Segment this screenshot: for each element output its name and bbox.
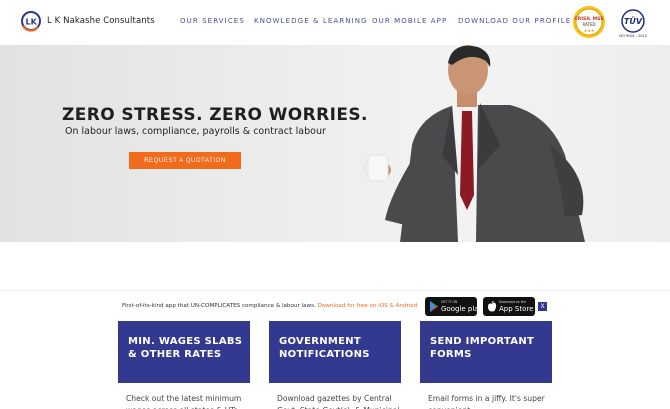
card-header: MIN. WAGES SLABS & OTHER RATES xyxy=(118,321,250,383)
nav-knowledge-learning[interactable]: KNOWLEDGE & LEARNING xyxy=(254,17,368,25)
google-play-icon xyxy=(430,301,438,312)
app-strip-text: First-of-its-kind app that UN-COMPLICATE… xyxy=(122,303,417,309)
card-title: SEND IMPORTANT FORMS xyxy=(430,336,535,360)
tuv-line2: ISO 9001 : 2015 xyxy=(619,34,646,38)
card-header: SEND IMPORTANT FORMS xyxy=(420,321,552,383)
hero-banner: ZERO STRESS. ZERO WORRIES. On labour law… xyxy=(0,45,670,242)
main-nav: OUR SERVICES KNOWLEDGE & LEARNING OUR MO… xyxy=(0,17,670,29)
tuv-line1: TÜV xyxy=(624,16,643,26)
card-send-forms[interactable]: SEND IMPORTANT FORMS Email forms in a ji… xyxy=(420,321,552,409)
nav-our-mobile-app[interactable]: OUR MOBILE APP xyxy=(372,17,447,25)
google-play-small-label: GET IT ON xyxy=(441,300,458,304)
card-description: Check out the latest minimum wages acros… xyxy=(126,394,242,409)
svg-text:★★★: ★★★ xyxy=(584,28,595,33)
card-description: Download gazettes by Central Govt, State… xyxy=(277,394,400,409)
card-title: MIN. WAGES SLABS & OTHER RATES xyxy=(128,336,243,360)
nav-our-services[interactable]: OUR SERVICES xyxy=(180,17,245,25)
card-government-notifications[interactable]: GOVERNMENT NOTIFICATIONS Download gazett… xyxy=(269,321,401,409)
request-quotation-button[interactable]: REQUEST A QUOTATION xyxy=(129,152,241,169)
app-store-button[interactable]: Download on the App Store xyxy=(483,297,535,316)
download-app-link[interactable]: Download for free on iOS & Android xyxy=(318,303,418,309)
nav-download-profile[interactable]: DOWNLOAD OUR PROFILE xyxy=(458,17,571,25)
close-strip-button[interactable]: X xyxy=(538,302,547,311)
card-header: GOVERNMENT NOTIFICATIONS xyxy=(269,321,401,383)
google-play-button[interactable]: GET IT ON Google play xyxy=(425,297,483,316)
hero-subtitle: On labour laws, compliance, payrolls & c… xyxy=(65,126,326,137)
app-strip-message: First-of-its-kind app that UN-COMPLICATE… xyxy=(122,303,318,309)
apple-icon xyxy=(487,301,497,312)
site-header: LK L K Nakashe Consultants OUR SERVICES … xyxy=(0,0,670,45)
google-play-label: Google play xyxy=(441,305,483,313)
crisil-badge-icon: CRISIL MSE RATED ★★★ xyxy=(573,6,605,38)
crisil-line2: RATED xyxy=(582,22,595,27)
card-title: GOVERNMENT NOTIFICATIONS xyxy=(279,336,370,360)
hero-title: ZERO STRESS. ZERO WORRIES. xyxy=(62,105,368,125)
app-store-label: App Store xyxy=(499,305,534,313)
app-store-small-label: Download on the xyxy=(499,300,527,304)
card-description: Email forms in a jiffy. It's super conve… xyxy=(428,394,545,409)
card-min-wages[interactable]: MIN. WAGES SLABS & OTHER RATES Check out… xyxy=(118,321,250,409)
tuv-certification-icon: TÜV ISO 9001 : 2015 xyxy=(619,9,647,38)
consultant-photo xyxy=(362,45,585,242)
mobile-app-strip: First-of-its-kind app that UN-COMPLICATE… xyxy=(0,290,670,320)
